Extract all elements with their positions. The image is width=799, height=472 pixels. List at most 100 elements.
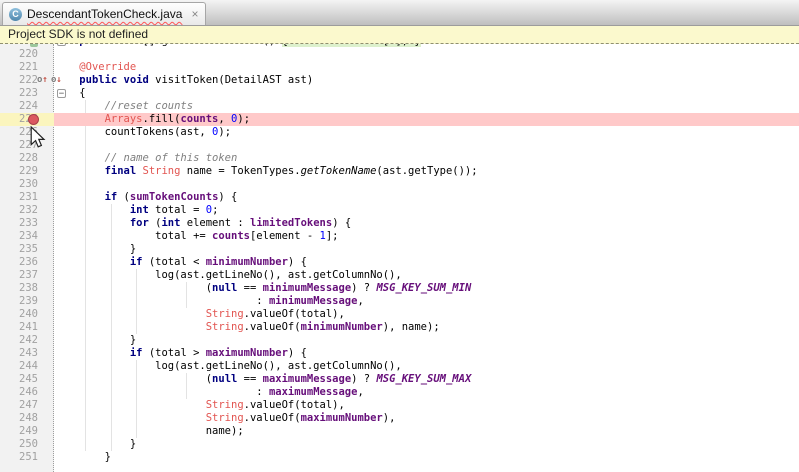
code-line[interactable]: 247 String.valueOf(total), xyxy=(0,399,799,412)
code-text[interactable]: log(ast.getLineNo(), ast.getColumnNo(), xyxy=(54,360,799,373)
code-text[interactable]: : maximumMessage, xyxy=(54,386,799,399)
gutter-cell[interactable]: 244 xyxy=(0,360,54,373)
gutter-cell[interactable]: 236 xyxy=(0,256,54,269)
gutter-cell[interactable]: 237 xyxy=(0,269,54,282)
code-line[interactable]: 240 String.valueOf(total), xyxy=(0,308,799,321)
override-up-icon[interactable]: o↑ xyxy=(37,75,48,86)
gutter-cell[interactable]: 250 xyxy=(0,438,54,451)
gutter-cell[interactable]: 245 xyxy=(0,373,54,386)
code-text[interactable]: String.valueOf(total), xyxy=(54,308,799,321)
code-line[interactable]: 243 if (total > maximumNumber) { xyxy=(0,347,799,360)
code-line[interactable]: 248 String.valueOf(maximumNumber), xyxy=(0,412,799,425)
gutter-cell[interactable]: 251 xyxy=(0,451,54,464)
code-text[interactable]: { xyxy=(54,87,799,100)
code-line[interactable]: 221 @Override xyxy=(0,61,799,74)
code-text[interactable]: @Override xyxy=(54,61,799,74)
gutter-cell[interactable]: 222o↑o↓ xyxy=(0,74,54,87)
code-text[interactable]: (null == minimumMessage) ? MSG_KEY_SUM_M… xyxy=(54,282,799,295)
code-text[interactable] xyxy=(54,139,799,152)
gutter-cell[interactable]: 242 xyxy=(0,334,54,347)
code-line[interactable]: 250 } xyxy=(0,438,799,451)
gutter-cell[interactable]: 246 xyxy=(0,386,54,399)
code-line[interactable]: 238 (null == minimumMessage) ? MSG_KEY_S… xyxy=(0,282,799,295)
code-line[interactable]: 225 Arrays.fill(counts, 0); xyxy=(0,113,799,126)
gutter-cell[interactable]: 239 xyxy=(0,295,54,308)
code-line[interactable]: 249 name); xyxy=(0,425,799,438)
gutter-cell[interactable]: 228 xyxy=(0,152,54,165)
gutter-cell[interactable]: 230 xyxy=(0,178,54,191)
gutter-cell[interactable]: 241 xyxy=(0,321,54,334)
code-editor[interactable]: 219+ public int[] getDefaultTokens() { r… xyxy=(0,44,799,472)
code-text[interactable]: if (total > maximumNumber) { xyxy=(54,347,799,360)
gutter-cell[interactable]: 234 xyxy=(0,230,54,243)
code-text[interactable]: total += counts[element - 1]; xyxy=(54,230,799,243)
code-line[interactable]: 224 //reset counts xyxy=(0,100,799,113)
code-text[interactable]: if (total < minimumNumber) { xyxy=(54,256,799,269)
gutter-cell[interactable]: 225 xyxy=(0,113,54,126)
gutter-cell[interactable]: 240 xyxy=(0,308,54,321)
override-dot-icon[interactable] xyxy=(30,44,38,47)
code-line[interactable]: 242 } xyxy=(0,334,799,347)
code-text[interactable] xyxy=(54,48,799,61)
code-text[interactable]: countTokens(ast, 0); xyxy=(54,126,799,139)
gutter-cell[interactable]: 248 xyxy=(0,412,54,425)
code-line[interactable]: 236 if (total < minimumNumber) { xyxy=(0,256,799,269)
code-text[interactable]: //reset counts xyxy=(54,100,799,113)
code-text[interactable] xyxy=(54,178,799,191)
code-text[interactable]: name); xyxy=(54,425,799,438)
code-text[interactable]: } xyxy=(54,438,799,451)
code-line[interactable]: 245 (null == maximumMessage) ? MSG_KEY_S… xyxy=(0,373,799,386)
code-line[interactable]: 229 final String name = TokenTypes.getTo… xyxy=(0,165,799,178)
code-line[interactable]: 230 xyxy=(0,178,799,191)
code-text[interactable]: (null == maximumMessage) ? MSG_KEY_SUM_M… xyxy=(54,373,799,386)
code-line[interactable]: 237 log(ast.getLineNo(), ast.getColumnNo… xyxy=(0,269,799,282)
close-tab-icon[interactable]: × xyxy=(191,8,198,21)
code-text[interactable]: if (sumTokenCounts) { xyxy=(54,191,799,204)
code-text[interactable]: } xyxy=(54,243,799,256)
gutter-cell[interactable]: 220 xyxy=(0,48,54,61)
code-text[interactable]: for (int element : limitedTokens) { xyxy=(54,217,799,230)
fold-minus-icon[interactable]: − xyxy=(57,89,66,98)
gutter-cell[interactable]: 232 xyxy=(0,204,54,217)
code-text[interactable]: String.valueOf(maximumNumber), xyxy=(54,412,799,425)
code-text[interactable]: String.valueOf(total), xyxy=(54,399,799,412)
code-text[interactable]: int total = 0; xyxy=(54,204,799,217)
code-text[interactable]: public void visitToken(DetailAST ast) xyxy=(54,74,799,87)
code-text[interactable]: : minimumMessage, xyxy=(54,295,799,308)
gutter-cell[interactable]: 229 xyxy=(0,165,54,178)
code-text[interactable]: } xyxy=(54,334,799,347)
code-line[interactable]: 228 // name of this token xyxy=(0,152,799,165)
code-text[interactable]: Arrays.fill(counts, 0); xyxy=(54,113,799,126)
code-text[interactable]: } xyxy=(54,451,799,464)
code-line[interactable]: 244 log(ast.getLineNo(), ast.getColumnNo… xyxy=(0,360,799,373)
code-text[interactable]: log(ast.getLineNo(), ast.getColumnNo(), xyxy=(54,269,799,282)
code-text[interactable]: final String name = TokenTypes.getTokenN… xyxy=(54,165,799,178)
gutter-cell[interactable]: 235 xyxy=(0,243,54,256)
code-text[interactable]: // name of this token xyxy=(54,152,799,165)
code-line[interactable]: 251 } xyxy=(0,451,799,464)
gutter-cell[interactable]: 224 xyxy=(0,100,54,113)
fold-plus-icon[interactable]: + xyxy=(57,44,66,46)
code-line[interactable]: 241 String.valueOf(minimumNumber), name)… xyxy=(0,321,799,334)
code-line[interactable]: 227 xyxy=(0,139,799,152)
override-down-icon[interactable]: o↓ xyxy=(51,75,62,86)
code-line[interactable]: 233 for (int element : limitedTokens) { xyxy=(0,217,799,230)
code-line[interactable]: 234 total += counts[element - 1]; xyxy=(0,230,799,243)
code-line[interactable]: 226 countTokens(ast, 0); xyxy=(0,126,799,139)
gutter-cell[interactable]: 247 xyxy=(0,399,54,412)
code-line[interactable]: 235 } xyxy=(0,243,799,256)
gutter-cell[interactable]: 243 xyxy=(0,347,54,360)
gutter-cell[interactable]: 231 xyxy=(0,191,54,204)
code-text[interactable]: String.valueOf(minimumNumber), name); xyxy=(54,321,799,334)
code-line[interactable]: 246 : maximumMessage, xyxy=(0,386,799,399)
gutter-cell[interactable]: 238 xyxy=(0,282,54,295)
gutter-cell[interactable]: 249 xyxy=(0,425,54,438)
gutter-cell[interactable]: 233 xyxy=(0,217,54,230)
code-line[interactable]: 220 xyxy=(0,48,799,61)
code-line[interactable]: 231 if (sumTokenCounts) { xyxy=(0,191,799,204)
code-line[interactable]: 222o↑o↓ public void visitToken(DetailAST… xyxy=(0,74,799,87)
code-line[interactable]: 239 : minimumMessage, xyxy=(0,295,799,308)
gutter-cell[interactable]: 223− xyxy=(0,87,54,100)
gutter-cell[interactable]: 221 xyxy=(0,61,54,74)
code-line[interactable]: 223− { xyxy=(0,87,799,100)
